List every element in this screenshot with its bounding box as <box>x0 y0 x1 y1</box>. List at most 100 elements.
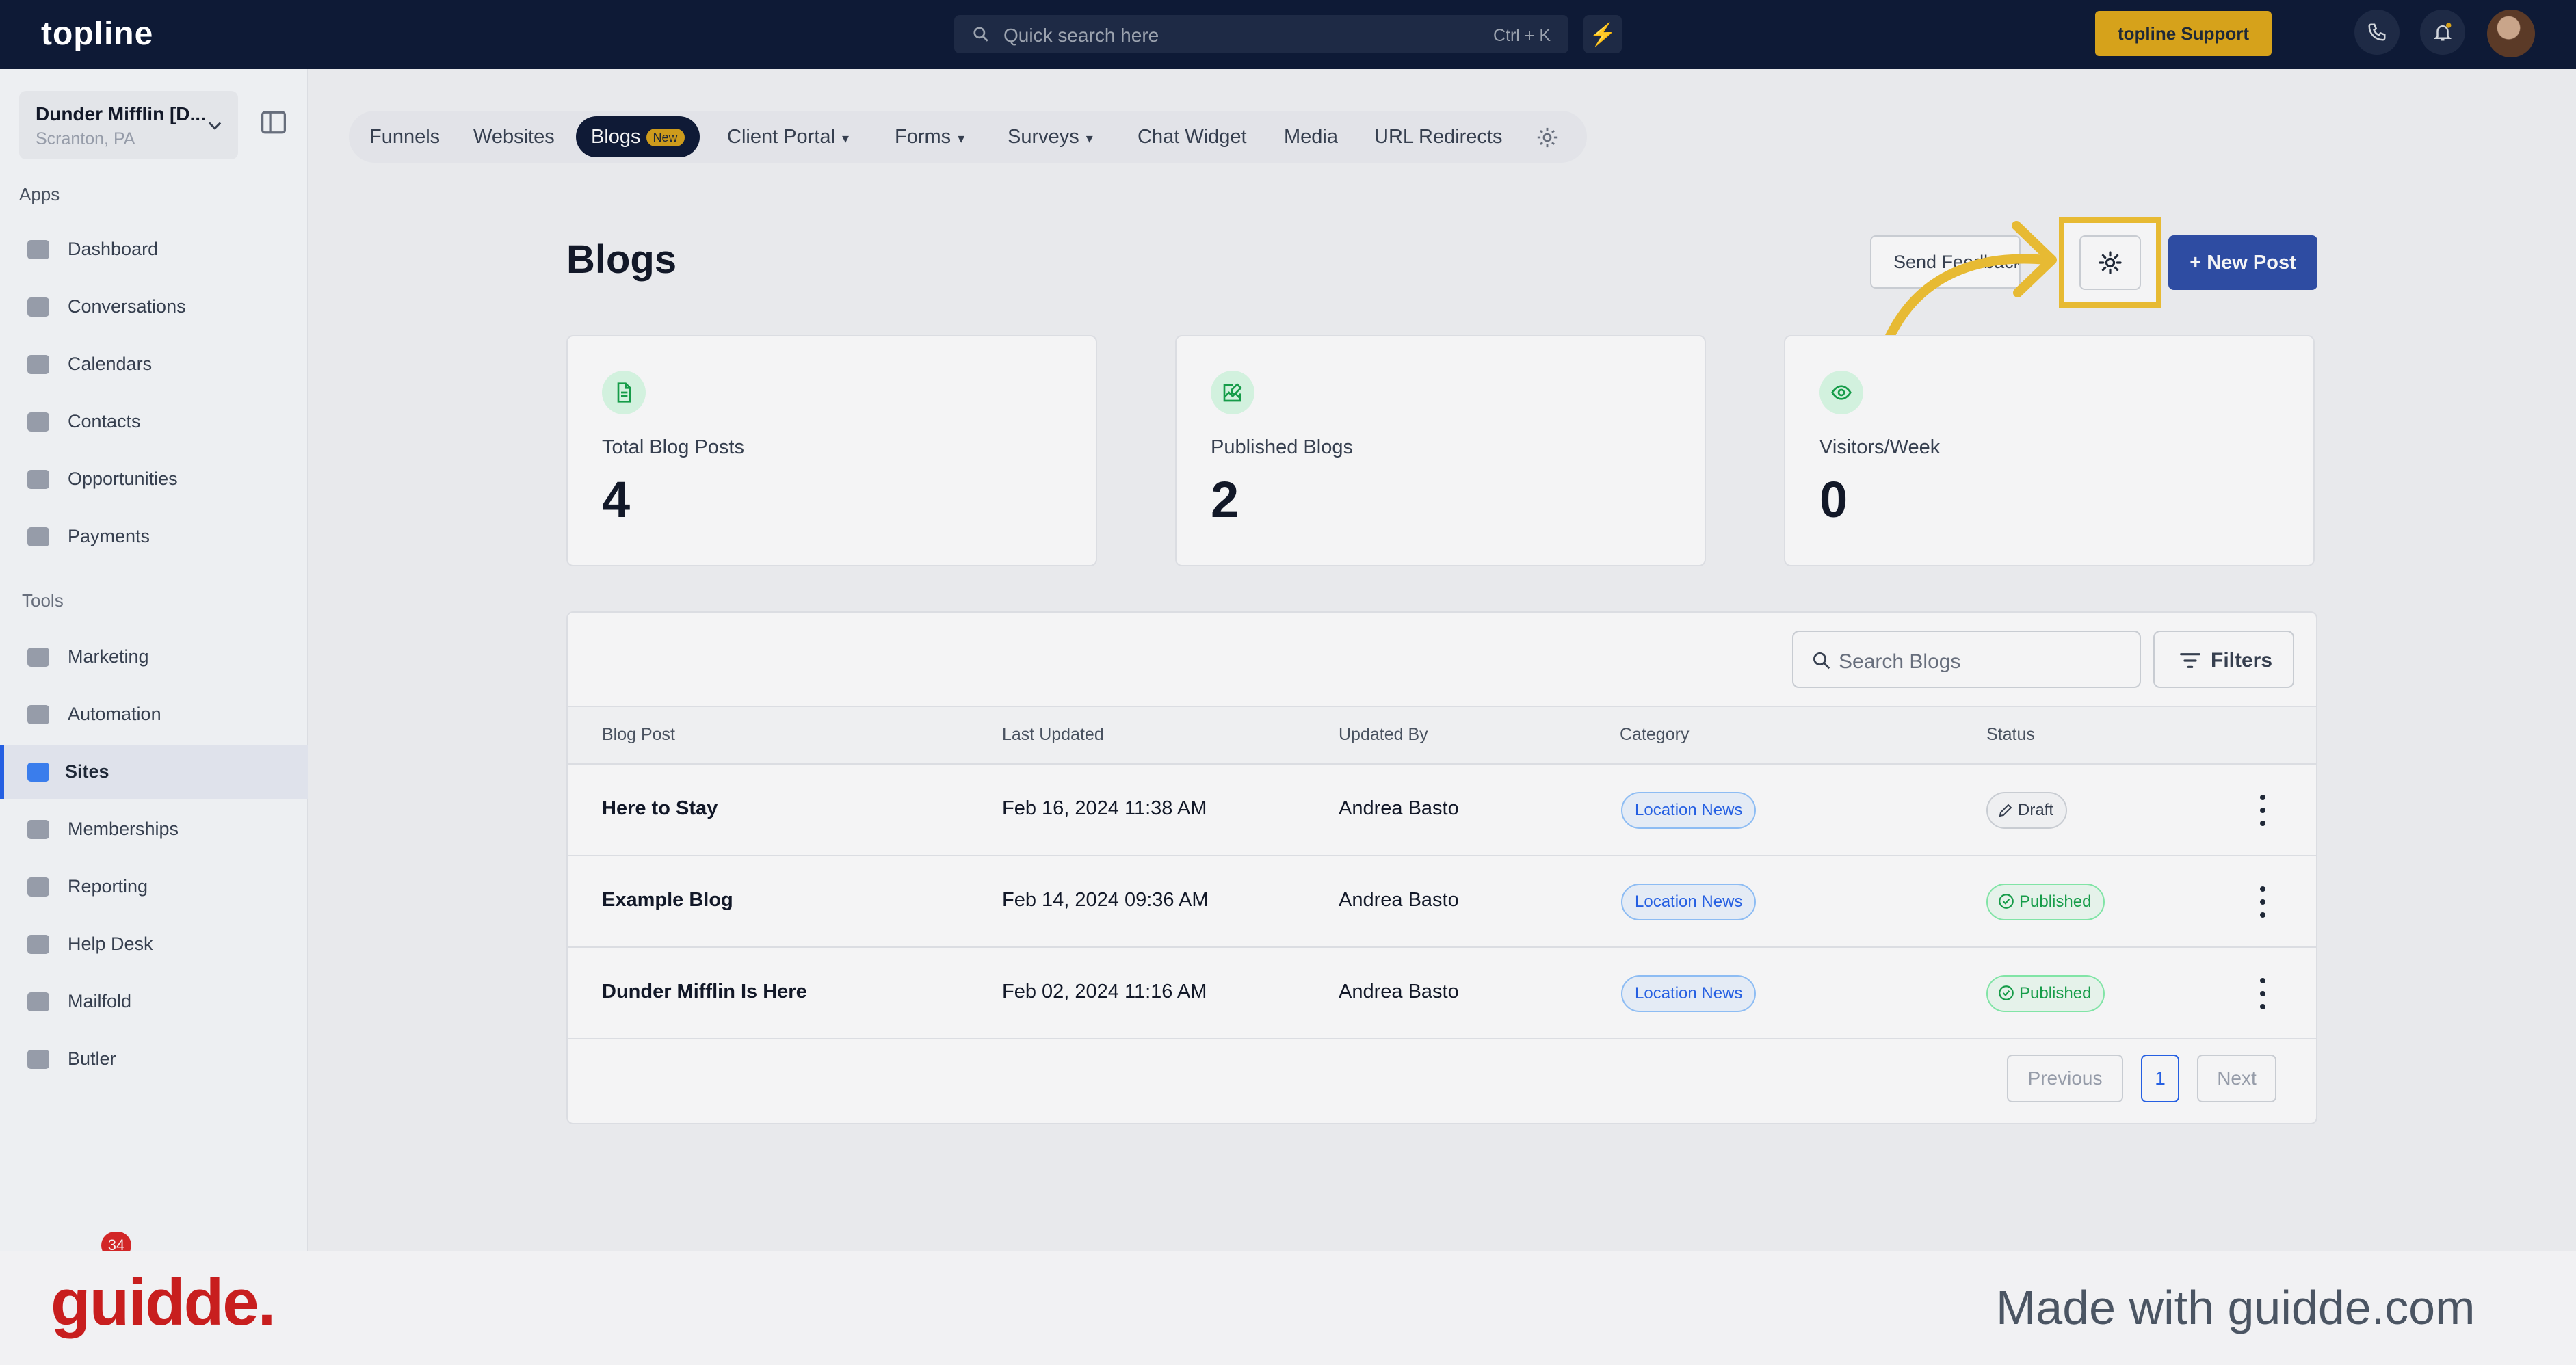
account-location: Scranton, PA <box>36 129 135 148</box>
status-badge: Published <box>1986 884 2105 920</box>
column-header: Category <box>1620 725 1690 744</box>
sidebar-item-label: Sites <box>65 761 109 782</box>
sidebar-item-label: Automation <box>68 704 161 724</box>
sidebar-item-label: Help Desk <box>68 933 153 954</box>
mail-icon <box>27 992 49 1011</box>
table-row[interactable]: Dunder Mifflin Is Here Feb 02, 2024 11:1… <box>568 948 2316 1039</box>
sidebar-item-payments[interactable]: Payments <box>0 509 308 564</box>
sidebar-item-contacts[interactable]: Contacts <box>0 395 308 449</box>
notifications-button[interactable] <box>2420 10 2465 55</box>
last-updated: Feb 16, 2024 11:38 AM <box>1002 797 1207 819</box>
table-row[interactable]: Example Blog Feb 14, 2024 09:36 AM Andre… <box>568 856 2316 948</box>
search-blogs-input[interactable]: Search Blogs <box>1792 631 2141 688</box>
page-title: Blogs <box>566 237 677 282</box>
quick-search[interactable]: Quick search here Ctrl + K <box>954 15 1568 53</box>
tab-url-redirects[interactable]: URL Redirects <box>1374 111 1502 163</box>
page-number-button[interactable]: 1 <box>2141 1055 2179 1102</box>
gears-icon <box>27 705 49 724</box>
row-menu-icon[interactable] <box>2256 795 2270 826</box>
users-icon <box>27 820 49 839</box>
account-name: Dunder Mifflin [D... <box>36 103 206 124</box>
tab-blogs[interactable]: Blogs New <box>576 116 700 157</box>
sidebar-item-dashboard[interactable]: Dashboard <box>0 222 308 277</box>
sidebar-item-reporting[interactable]: Reporting <box>0 860 308 914</box>
stat-card-published: Published Blogs 2 <box>1175 335 1706 566</box>
stat-label: Visitors/Week <box>1819 436 1941 458</box>
chevron-down-icon <box>208 122 222 130</box>
gear-icon[interactable] <box>1536 126 1559 149</box>
search-placeholder: Quick search here <box>1003 25 1159 46</box>
row-menu-icon[interactable] <box>2256 978 2270 1009</box>
support-button[interactable]: topline Support <box>2095 11 2272 56</box>
search-icon <box>1813 652 1830 670</box>
tab-label: Blogs <box>591 126 641 148</box>
filters-label: Filters <box>2211 649 2273 672</box>
status-label: Published <box>2019 984 2092 1003</box>
avatar[interactable] <box>2487 10 2535 57</box>
search-shortcut: Ctrl + K <box>1493 26 1551 45</box>
column-header: Updated By <box>1339 725 1428 744</box>
person-icon <box>27 412 49 432</box>
last-updated: Feb 14, 2024 09:36 AM <box>1002 889 1209 911</box>
phone-button[interactable] <box>2354 10 2400 55</box>
next-page-button[interactable]: Next <box>2197 1055 2276 1102</box>
sidebar-item-label: Memberships <box>68 819 179 839</box>
chevron-down-icon: ▾ <box>1086 131 1093 146</box>
blog-settings-button[interactable] <box>2079 235 2141 290</box>
stat-card-total-posts: Total Blog Posts 4 <box>566 335 1097 566</box>
sites-subnav: Funnels Websites Blogs New Client Portal ▾… <box>349 111 1587 163</box>
filter-icon <box>2180 653 2200 668</box>
document-icon <box>602 371 646 414</box>
help-icon <box>27 935 49 954</box>
status-label: Draft <box>2018 801 2054 819</box>
search-blogs-placeholder: Search Blogs <box>1839 650 1961 673</box>
globe-icon <box>27 763 49 782</box>
topline-logo[interactable]: topline <box>41 15 153 53</box>
gear-icon <box>2099 251 2122 274</box>
sidebar-item-butler[interactable]: Butler <box>0 1032 308 1087</box>
tab-label: Websites <box>473 126 555 148</box>
calendar-icon <box>27 355 49 374</box>
guide-arrow <box>1883 221 2057 345</box>
blog-post-title[interactable]: Dunder Mifflin Is Here <box>602 981 807 1003</box>
pie-chart-icon <box>27 877 49 897</box>
tab-media[interactable]: Media <box>1284 111 1338 163</box>
sidebar: Dunder Mifflin [D... Scranton, PA Apps D… <box>0 69 308 1259</box>
tab-chat-widget[interactable]: Chat Widget <box>1138 111 1247 163</box>
status-label: Published <box>2019 892 2092 911</box>
sidebar-item-label: Marketing <box>68 646 149 667</box>
tab-funnels[interactable]: Funnels <box>369 111 440 163</box>
tab-surveys[interactable]: Surveys ▾ <box>1008 111 1093 163</box>
sidebar-item-sites[interactable]: Sites <box>0 745 308 799</box>
image-edit-icon <box>1211 371 1254 414</box>
sidebar-item-marketing[interactable]: Marketing <box>0 630 308 685</box>
filters-button[interactable]: Filters <box>2153 631 2294 688</box>
sidebar-item-mailfold[interactable]: Mailfold <box>0 975 308 1029</box>
lightning-icon[interactable]: ⚡ <box>1583 15 1622 53</box>
sidebar-item-help-desk[interactable]: Help Desk <box>0 917 308 972</box>
column-header: Blog Post <box>602 725 676 744</box>
tools-section-title: Tools <box>22 590 64 611</box>
sidebar-item-opportunities[interactable]: Opportunities <box>0 452 308 507</box>
blog-post-title[interactable]: Example Blog <box>602 889 733 912</box>
new-post-button[interactable]: + New Post <box>2168 235 2317 290</box>
sidebar-item-automation[interactable]: Automation <box>0 687 308 742</box>
tab-forms[interactable]: Forms ▾ <box>895 111 964 163</box>
sidebar-item-calendars[interactable]: Calendars <box>0 337 308 392</box>
sidebar-item-label: Opportunities <box>68 468 178 489</box>
tab-client-portal[interactable]: Client Portal ▾ <box>727 111 849 163</box>
tab-websites[interactable]: Websites <box>473 111 555 163</box>
category-badge: Location News <box>1621 975 1757 1012</box>
blog-post-title[interactable]: Here to Stay <box>602 797 718 820</box>
sidebar-item-label: Payments <box>68 526 150 546</box>
tab-label: Forms <box>895 126 951 148</box>
account-switcher[interactable]: Dunder Mifflin [D... Scranton, PA <box>19 91 238 159</box>
row-menu-icon[interactable] <box>2256 886 2270 918</box>
sidebar-toggle-icon[interactable] <box>260 110 287 135</box>
previous-page-button[interactable]: Previous <box>2007 1055 2123 1102</box>
check-circle-icon <box>1999 985 2014 1000</box>
last-updated: Feb 02, 2024 11:16 AM <box>1002 981 1207 1003</box>
table-row[interactable]: Here to Stay Feb 16, 2024 11:38 AM Andre… <box>568 765 2316 856</box>
sidebar-item-conversations[interactable]: Conversations <box>0 280 308 334</box>
sidebar-item-memberships[interactable]: Memberships <box>0 802 308 857</box>
